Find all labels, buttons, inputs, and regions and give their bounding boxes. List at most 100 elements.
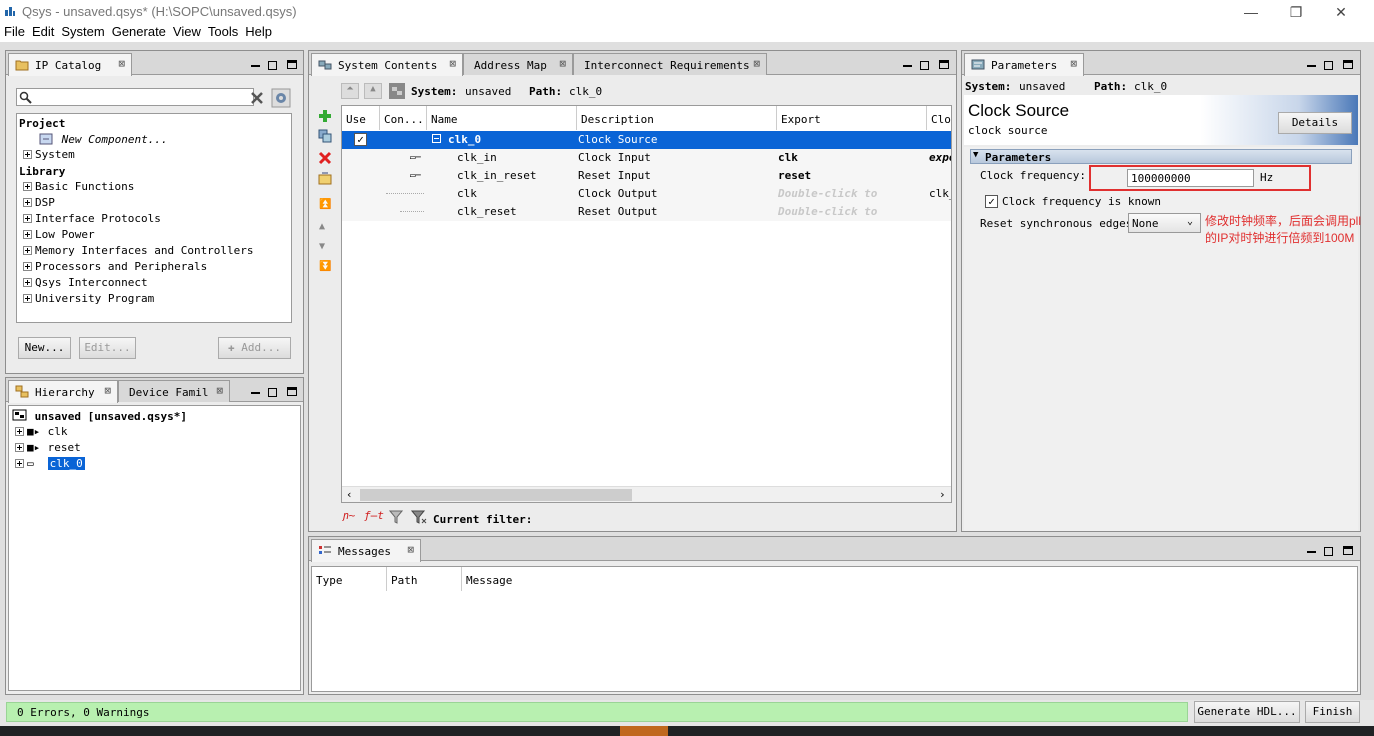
close-tab-icon[interactable]: ⊠ (1070, 57, 1077, 70)
restore-panel-icon[interactable] (920, 61, 929, 70)
table-row[interactable]: ▭─ clk_in_reset Reset Input reset (342, 167, 951, 185)
scroll-left-icon[interactable]: ‹ (346, 488, 353, 501)
move-up-side-icon[interactable]: ▲ (319, 221, 325, 232)
frequency-known-checkbox[interactable]: ✓ (985, 195, 998, 208)
row-export[interactable]: clk (778, 151, 798, 164)
tree-item-interface-protocols[interactable]: Interface Protocols (23, 212, 161, 228)
minimize-panel-icon[interactable] (1307, 551, 1316, 553)
expand-icon[interactable] (23, 294, 32, 303)
edit-icon[interactable] (318, 172, 332, 186)
tree-item-qsys-interconnect[interactable]: Qsys Interconnect (23, 276, 148, 292)
expand-icon[interactable] (15, 443, 24, 452)
expand-icon[interactable] (23, 182, 32, 191)
menu-system[interactable]: System (61, 24, 104, 39)
expand-icon[interactable] (15, 427, 24, 436)
expand-icon[interactable] (23, 214, 32, 223)
hierarchy-root[interactable]: unsaved [unsaved.qsys*] (12, 409, 187, 425)
filter-icon[interactable] (389, 510, 403, 524)
expand-icon[interactable] (23, 278, 32, 287)
minimize-panel-icon[interactable] (1307, 65, 1316, 67)
close-tab-icon[interactable]: ⊠ (407, 543, 414, 556)
maximize-panel-icon[interactable] (287, 387, 297, 396)
menu-edit[interactable]: Edit (32, 24, 54, 39)
col-header-clock[interactable]: Clo (927, 106, 951, 130)
tab-messages[interactable]: Messages ⊠ (311, 539, 421, 562)
menu-file[interactable]: File (4, 24, 25, 39)
close-tab-icon[interactable]: ⊠ (118, 57, 125, 70)
restore-panel-icon[interactable] (268, 61, 277, 70)
tree-item-dsp[interactable]: DSP (23, 196, 55, 212)
tree-item-university-program[interactable]: University Program (23, 292, 154, 308)
tab-interconnect-requirements[interactable]: Interconnect Requirements ⊠ (573, 53, 767, 75)
taskbar-active-app[interactable] (620, 726, 668, 736)
edit-button[interactable]: Edit... (79, 337, 136, 359)
expand-icon[interactable] (23, 262, 32, 271)
clear-filter-icon[interactable] (411, 510, 427, 524)
tree-item-system[interactable]: System (23, 148, 75, 164)
expand-icon[interactable] (23, 246, 32, 255)
col-header-path[interactable]: Path (387, 567, 462, 591)
maximize-panel-icon[interactable] (1343, 60, 1353, 69)
show-signals-icon[interactable]: ɲ~ (342, 509, 355, 522)
tab-ip-catalog[interactable]: IP Catalog ⊠ (8, 53, 132, 76)
hierarchy-item-reset[interactable]: ■▸ reset (15, 441, 81, 457)
tab-parameters[interactable]: Parameters ⊠ (964, 53, 1084, 76)
minimize-panel-icon[interactable] (251, 65, 260, 67)
clock-frequency-input[interactable]: 100000000 (1127, 169, 1254, 187)
scrollbar-thumb[interactable] (360, 489, 632, 501)
import-icon[interactable] (318, 129, 332, 143)
maximize-panel-icon[interactable] (939, 60, 949, 69)
col-header-name[interactable]: Name (427, 106, 577, 130)
horizontal-scrollbar[interactable]: ‹ › (342, 486, 951, 502)
collapse-section-icon[interactable]: ▼ (973, 150, 978, 160)
restore-panel-icon[interactable] (1324, 547, 1333, 556)
add-component-icon[interactable] (318, 109, 332, 123)
maximize-panel-icon[interactable] (1343, 546, 1353, 555)
table-row[interactable]: ▭─ clk_in Clock Input clk expo (342, 149, 951, 167)
row-export[interactable]: Double-click to (778, 205, 877, 218)
details-button[interactable]: Details (1278, 112, 1352, 134)
use-checkbox[interactable]: ✓ (354, 133, 367, 146)
col-header-connections[interactable]: Con... (380, 106, 427, 130)
finish-button[interactable]: Finish (1305, 701, 1360, 723)
move-bottom-side-icon[interactable]: ⏬ (319, 261, 331, 272)
col-header-use[interactable]: Use (342, 106, 380, 130)
reset-edges-select[interactable]: None ⌄ (1128, 213, 1201, 233)
new-button[interactable]: New... (18, 337, 71, 359)
table-row[interactable]: clk Clock Output Double-click to clk_ (342, 185, 951, 203)
ip-search-input[interactable] (16, 88, 254, 106)
restore-panel-icon[interactable] (268, 388, 277, 397)
menu-tools[interactable]: Tools (208, 24, 238, 39)
col-header-type[interactable]: Type (312, 567, 387, 591)
move-down-side-icon[interactable]: ▼ (319, 241, 325, 252)
expand-icon[interactable] (23, 198, 32, 207)
col-header-message[interactable]: Message (462, 567, 862, 591)
move-top-side-icon[interactable]: ⏫ (319, 199, 331, 210)
tree-item-new-component[interactable]: New Component... (39, 133, 168, 149)
move-up-button[interactable]: ▲ (364, 83, 382, 99)
restore-button[interactable]: ❐ (1273, 0, 1319, 24)
generate-hdl-button[interactable]: Generate HDL... (1194, 701, 1300, 723)
tab-hierarchy[interactable]: Hierarchy ⊠ (8, 380, 118, 403)
scroll-right-icon[interactable]: › (939, 488, 946, 501)
tree-item-processors[interactable]: Processors and Peripherals (23, 260, 207, 276)
close-tab-icon[interactable]: ⊠ (559, 57, 566, 70)
tab-device-family[interactable]: Device Famil ⊠ (118, 380, 230, 402)
table-row[interactable]: clk_reset Reset Output Double-click to (342, 203, 951, 221)
close-tab-icon[interactable]: ⊠ (104, 384, 111, 397)
row-export[interactable]: reset (778, 169, 811, 182)
hierarchy-up-icon[interactable] (388, 82, 406, 100)
tree-item-basic-functions[interactable]: Basic Functions (23, 180, 134, 196)
tab-address-map[interactable]: Address Map ⊠ (463, 53, 573, 75)
table-row[interactable]: ✓ clk_0 Clock Source (342, 131, 951, 149)
row-export[interactable]: Double-click to (778, 187, 877, 200)
minimize-panel-icon[interactable] (903, 65, 912, 67)
close-window-button[interactable]: ✕ (1318, 0, 1364, 24)
hierarchy-item-clk0[interactable]: ▭ clk_0 (15, 457, 85, 473)
tab-system-contents[interactable]: System Contents ⊠ (311, 53, 463, 76)
maximize-panel-icon[interactable] (287, 60, 297, 69)
remove-icon[interactable] (318, 151, 332, 165)
tree-item-low-power[interactable]: Low Power (23, 228, 95, 244)
expand-icon[interactable] (15, 459, 24, 468)
add-button[interactable]: ✚ Add... (218, 337, 291, 359)
